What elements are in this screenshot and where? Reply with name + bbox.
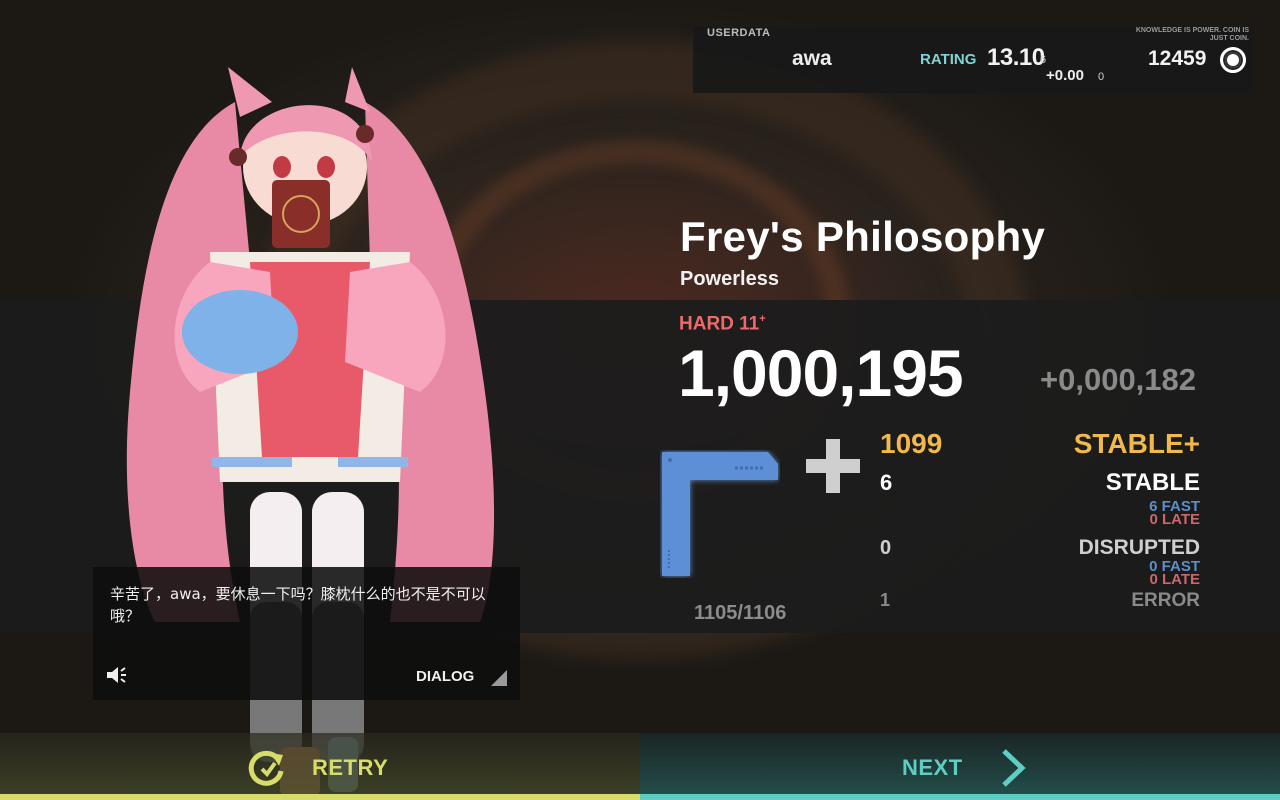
plus-icon xyxy=(806,439,860,493)
dialog-text: 辛苦了，awa，要休息一下吗？膝枕什么的也不是不可以哦？ xyxy=(110,585,486,625)
dialog-label[interactable]: DIALOG xyxy=(416,668,474,685)
disrupted-late: 0 LATE xyxy=(1149,571,1200,588)
dialog-corner-icon xyxy=(491,670,507,686)
song-artist: Powerless xyxy=(680,268,779,290)
rating-delta-sub-digit: 0 xyxy=(1098,71,1105,83)
userdata-panel: USERDATA awa RATING 13.10 6 +0.00 0 KNOW… xyxy=(693,27,1253,93)
chevron-right-icon xyxy=(1002,749,1026,787)
score: 1,000,195 xyxy=(678,336,964,410)
stable-count: 6 xyxy=(880,470,893,495)
stable-plus-count: 1099 xyxy=(880,428,943,459)
retry-icon xyxy=(248,750,284,786)
coin-icon xyxy=(1220,47,1246,73)
coin-count: 12459 xyxy=(1148,47,1207,70)
coin-tagline: KNOWLEDGE IS POWER. COIN IS JUST COIN. xyxy=(1135,27,1249,42)
score-delta: +0,000,182 xyxy=(1040,362,1197,397)
difficulty-plus: + xyxy=(759,313,766,325)
speaker-icon[interactable] xyxy=(105,664,129,686)
rating-value: 13.10 xyxy=(987,44,1045,71)
userdata-label: USERDATA xyxy=(707,27,771,39)
stable-plus-label: STABLE+ xyxy=(1073,428,1200,459)
difficulty-label: HARD 11+ xyxy=(679,313,766,335)
retry-label: RETRY xyxy=(312,755,389,780)
next-button[interactable]: NEXT xyxy=(640,733,1280,800)
next-label: NEXT xyxy=(902,755,963,780)
error-count: 1 xyxy=(880,590,891,610)
retry-button[interactable]: RETRY xyxy=(0,733,640,800)
stable-late: 0 LATE xyxy=(1149,511,1200,528)
song-title: Frey's Philosophy xyxy=(680,213,1046,260)
error-label: ERROR xyxy=(1131,590,1200,611)
rating-sub-digit: 6 xyxy=(1040,54,1047,66)
difficulty-text: HARD 11 xyxy=(679,313,760,335)
stable-label: STABLE xyxy=(1105,469,1200,496)
character-dialog[interactable]: 辛苦了，awa，要休息一下吗？膝枕什么的也不是不可以哦？ DIALOG xyxy=(93,567,520,700)
grade-plate-icon xyxy=(662,452,778,576)
note-progress: 1105/1106 xyxy=(694,602,787,624)
rating-label: RATING xyxy=(920,51,977,68)
rating-delta: +0.00 xyxy=(1046,67,1084,84)
disrupted-count: 0 xyxy=(880,537,892,559)
username[interactable]: awa xyxy=(792,47,832,71)
disrupted-label: DISRUPTED xyxy=(1078,536,1200,559)
